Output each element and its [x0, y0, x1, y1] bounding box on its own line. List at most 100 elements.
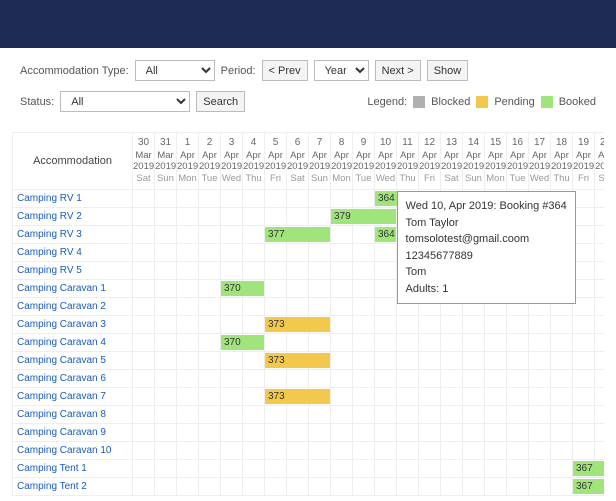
calendar-cell[interactable] — [573, 406, 595, 424]
accommodation-name[interactable]: Camping Caravan 6 — [13, 370, 133, 388]
calendar-cell[interactable] — [551, 316, 573, 334]
calendar-cell[interactable] — [243, 460, 265, 478]
calendar-cell[interactable] — [133, 262, 155, 280]
calendar-cell[interactable] — [375, 370, 397, 388]
calendar-cell[interactable] — [309, 388, 331, 406]
calendar-cell[interactable] — [243, 352, 265, 370]
calendar-cell[interactable] — [243, 478, 265, 496]
calendar-cell[interactable] — [419, 316, 441, 334]
calendar-cell[interactable] — [133, 478, 155, 496]
calendar-cell[interactable] — [463, 388, 485, 406]
calendar-cell[interactable] — [177, 190, 199, 208]
calendar-cell[interactable] — [573, 208, 595, 226]
calendar-cell[interactable] — [133, 352, 155, 370]
calendar-cell[interactable] — [133, 388, 155, 406]
calendar-cell[interactable] — [331, 316, 353, 334]
calendar-cell[interactable] — [177, 316, 199, 334]
calendar-cell[interactable] — [309, 352, 331, 370]
calendar-cell[interactable] — [375, 316, 397, 334]
calendar-cell[interactable] — [485, 316, 507, 334]
calendar-cell[interactable] — [287, 478, 309, 496]
calendar-cell[interactable] — [199, 226, 221, 244]
accommodation-name[interactable]: Camping Caravan 4 — [13, 334, 133, 352]
calendar-cell[interactable] — [265, 262, 287, 280]
calendar-cell[interactable] — [309, 190, 331, 208]
calendar-cell[interactable] — [441, 406, 463, 424]
calendar-cell[interactable] — [287, 442, 309, 460]
calendar-cell[interactable] — [265, 280, 287, 298]
calendar-cell[interactable] — [507, 352, 529, 370]
calendar-cell[interactable] — [485, 424, 507, 442]
calendar-cell[interactable] — [287, 352, 309, 370]
calendar-cell[interactable] — [199, 478, 221, 496]
calendar-cell[interactable]: 364 — [375, 226, 397, 244]
calendar-cell[interactable] — [463, 352, 485, 370]
calendar-cell[interactable] — [331, 388, 353, 406]
calendar-cell[interactable]: 373 — [265, 316, 287, 334]
calendar-cell[interactable] — [507, 406, 529, 424]
calendar-cell[interactable] — [243, 334, 265, 352]
calendar-cell[interactable] — [485, 406, 507, 424]
calendar-cell[interactable] — [287, 370, 309, 388]
calendar-cell[interactable] — [595, 406, 605, 424]
calendar-cell[interactable] — [155, 226, 177, 244]
next-button[interactable]: Next > — [375, 60, 421, 81]
calendar-cell[interactable] — [507, 370, 529, 388]
calendar-cell[interactable] — [265, 334, 287, 352]
accommodation-name[interactable]: Camping Caravan 10 — [13, 442, 133, 460]
calendar-cell[interactable] — [485, 352, 507, 370]
calendar-cell[interactable] — [287, 280, 309, 298]
calendar-cell[interactable] — [573, 424, 595, 442]
calendar-cell[interactable] — [463, 406, 485, 424]
calendar-cell[interactable] — [397, 442, 419, 460]
calendar-cell[interactable] — [441, 424, 463, 442]
calendar-cell[interactable] — [331, 406, 353, 424]
calendar-cell[interactable] — [485, 370, 507, 388]
calendar-cell[interactable] — [573, 262, 595, 280]
calendar-cell[interactable] — [133, 424, 155, 442]
calendar-cell[interactable] — [309, 262, 331, 280]
calendar-cell[interactable]: 364 — [375, 190, 397, 208]
calendar-cell[interactable] — [419, 370, 441, 388]
calendar-cell[interactable] — [397, 334, 419, 352]
calendar-cell[interactable] — [595, 298, 605, 316]
calendar-cell[interactable] — [265, 442, 287, 460]
calendar-cell[interactable] — [199, 460, 221, 478]
calendar-cell[interactable] — [397, 460, 419, 478]
calendar-cell[interactable] — [155, 262, 177, 280]
calendar-cell[interactable] — [485, 478, 507, 496]
calendar-cell[interactable] — [221, 190, 243, 208]
calendar-cell[interactable] — [529, 460, 551, 478]
calendar-cell[interactable] — [155, 298, 177, 316]
calendar-cell[interactable] — [221, 406, 243, 424]
calendar-cell[interactable] — [155, 388, 177, 406]
calendar-cell[interactable] — [265, 190, 287, 208]
calendar-cell[interactable] — [595, 316, 605, 334]
calendar-cell[interactable] — [595, 388, 605, 406]
calendar-cell[interactable] — [177, 208, 199, 226]
calendar-cell[interactable] — [375, 244, 397, 262]
calendar-cell[interactable] — [353, 208, 375, 226]
calendar-cell[interactable] — [375, 442, 397, 460]
calendar-cell[interactable] — [551, 352, 573, 370]
calendar-cell[interactable] — [221, 298, 243, 316]
calendar-cell[interactable] — [551, 478, 573, 496]
calendar-cell[interactable] — [243, 226, 265, 244]
calendar-cell[interactable] — [177, 406, 199, 424]
calendar-cell[interactable] — [243, 208, 265, 226]
calendar-cell[interactable]: 367 — [573, 460, 595, 478]
calendar-cell[interactable] — [485, 334, 507, 352]
calendar-cell[interactable] — [463, 316, 485, 334]
calendar-cell[interactable] — [595, 460, 605, 478]
calendar-cell[interactable] — [573, 370, 595, 388]
calendar-cell[interactable] — [353, 406, 375, 424]
calendar-cell[interactable] — [551, 406, 573, 424]
calendar-cell[interactable] — [199, 352, 221, 370]
calendar-cell[interactable] — [133, 190, 155, 208]
calendar-cell[interactable] — [287, 334, 309, 352]
calendar-cell[interactable] — [551, 388, 573, 406]
calendar-cell[interactable] — [221, 370, 243, 388]
calendar-cell[interactable] — [221, 442, 243, 460]
calendar-cell[interactable] — [133, 280, 155, 298]
calendar-cell[interactable] — [419, 442, 441, 460]
